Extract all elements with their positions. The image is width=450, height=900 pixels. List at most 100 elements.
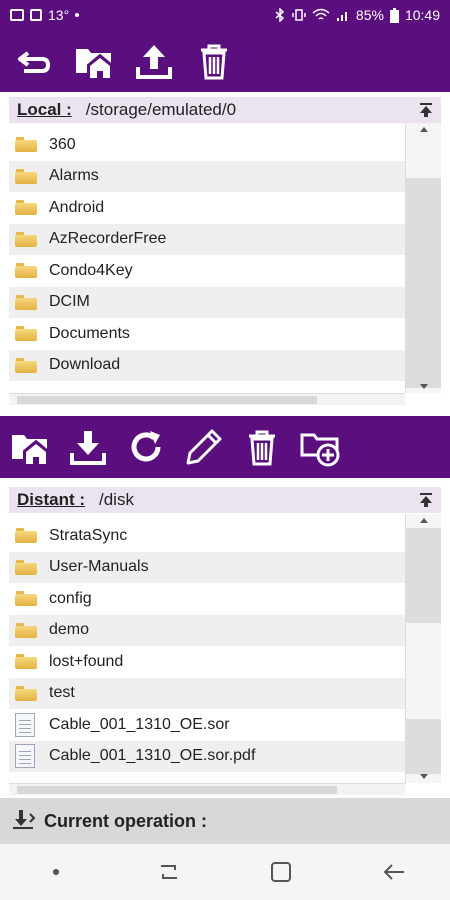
gallery-notification-icon: [10, 9, 24, 21]
scroll-up-icon[interactable]: [420, 518, 428, 523]
folder-row[interactable]: User-Manuals: [9, 551, 405, 583]
scroll-up-icon[interactable]: [420, 127, 428, 132]
distant-home-button[interactable]: [8, 425, 52, 469]
clock: 10:49: [404, 7, 440, 23]
folder-icon: [15, 685, 37, 701]
trash-icon: [249, 430, 275, 466]
item-name: StrataSync: [49, 526, 128, 544]
system-nav-bar: [0, 844, 450, 900]
folder-icon: [15, 654, 37, 670]
dot-icon: [53, 869, 60, 875]
scroll-thumb[interactable]: [406, 528, 441, 623]
h-scroll-thumb[interactable]: [17, 396, 317, 404]
pencil-icon: [186, 429, 222, 465]
home-button[interactable]: [251, 852, 311, 892]
item-name: User-Manuals: [49, 558, 149, 576]
folder-row[interactable]: Download: [9, 349, 405, 381]
local-toolbar: [0, 30, 450, 92]
folder-row[interactable]: Android: [9, 192, 405, 224]
distant-delete-button[interactable]: [240, 425, 284, 469]
item-name: demo: [49, 621, 90, 639]
local-vertical-scrollbar[interactable]: [405, 123, 441, 393]
distant-header: Distant : /disk: [9, 487, 441, 513]
folder-icon: [15, 137, 37, 153]
status-right: 85% 10:49: [274, 7, 440, 23]
item-name: Alarms: [49, 167, 99, 185]
upload-icon: [136, 45, 172, 79]
item-name: Download: [49, 356, 121, 374]
file-row[interactable]: Cable_001_1310_OE.sor.pdf: [9, 740, 405, 772]
nav-dot-button[interactable]: [26, 852, 86, 892]
back-button[interactable]: [12, 39, 56, 83]
local-horizontal-scrollbar[interactable]: [9, 393, 405, 405]
folder-icon: [15, 326, 37, 342]
current-operation-bar: Current operation :: [0, 798, 450, 844]
folder-row[interactable]: test: [9, 677, 405, 709]
folder-row[interactable]: AzRecorderFree: [9, 223, 405, 255]
item-name: test: [49, 684, 75, 702]
item-name: config: [49, 589, 92, 607]
scroll-down-icon[interactable]: [420, 384, 428, 389]
folder-icon: [15, 559, 37, 575]
folder-row[interactable]: Condo4Key: [9, 255, 405, 287]
status-bar: 13° 85% 10:49: [0, 0, 450, 30]
local-home-button[interactable]: [72, 39, 116, 83]
folder-row[interactable]: Alarms: [9, 160, 405, 192]
bluetooth-icon: [275, 8, 285, 22]
folder-icon: [15, 357, 37, 373]
file-row[interactable]: Cable_001_1310_OE.sor: [9, 709, 405, 741]
scroll-down-icon[interactable]: [420, 774, 428, 779]
home-folder-icon: [12, 435, 49, 466]
collapse-up-icon: [420, 493, 432, 507]
distant-label: Distant :: [17, 490, 85, 509]
scroll-track-lower[interactable]: [406, 719, 441, 774]
upload-button[interactable]: [132, 39, 176, 83]
battery-icon: [389, 7, 399, 23]
folder-icon: [15, 263, 37, 279]
document-icon: [15, 712, 35, 737]
status-left: 13°: [10, 7, 80, 23]
folder-icon: [15, 622, 37, 638]
distant-collapse-button[interactable]: [415, 489, 437, 511]
local-delete-button[interactable]: [192, 39, 236, 83]
item-name: Cable_001_1310_OE.sor.pdf: [49, 747, 256, 765]
download-icon: [70, 431, 106, 465]
folder-row[interactable]: lost+found: [9, 646, 405, 678]
local-header: Local : /storage/emulated/0: [9, 97, 441, 123]
refresh-button[interactable]: [124, 425, 168, 469]
transfer-icon: [13, 810, 36, 829]
folder-icon: [15, 591, 37, 607]
local-collapse-button[interactable]: [415, 99, 437, 121]
new-folder-button[interactable]: [298, 425, 342, 469]
folder-row[interactable]: DCIM: [9, 286, 405, 318]
folder-row[interactable]: config: [9, 583, 405, 615]
new-folder-icon: [300, 433, 340, 467]
folder-row[interactable]: 360: [9, 129, 405, 161]
item-name: Android: [49, 198, 105, 216]
folder-icon: [15, 528, 37, 544]
item-name: 360: [49, 135, 76, 153]
back-nav-button[interactable]: [364, 852, 424, 892]
local-label: Local :: [17, 100, 72, 119]
home-square-icon: [271, 862, 292, 882]
recent-apps-button[interactable]: [139, 852, 199, 892]
folder-row[interactable]: demo: [9, 614, 405, 646]
folder-row[interactable]: Documents: [9, 318, 405, 350]
distant-horizontal-scrollbar[interactable]: [9, 783, 405, 795]
distant-toolbar: [0, 416, 450, 478]
item-name: AzRecorderFree: [49, 230, 167, 248]
current-operation-label: Current operation :: [44, 810, 208, 831]
scroll-thumb[interactable]: [406, 178, 441, 388]
item-name: Documents: [49, 324, 130, 342]
local-file-list: 360 Alarms Android AzRecorderFree Condo4Key D…: [9, 129, 405, 393]
notification-dot-icon: [75, 13, 80, 17]
folder-row[interactable]: StrataSync: [9, 520, 405, 552]
wifi-icon: [312, 8, 330, 20]
h-scroll-thumb[interactable]: [17, 786, 337, 794]
recent-apps-icon: [160, 865, 177, 879]
distant-vertical-scrollbar[interactable]: [405, 514, 441, 783]
rename-button[interactable]: [182, 425, 226, 469]
download-button[interactable]: [66, 425, 110, 469]
item-name: Cable_001_1310_OE.sor: [49, 715, 230, 733]
distant-file-list: StrataSync User-Manuals config demo lost+fou…: [9, 520, 405, 783]
